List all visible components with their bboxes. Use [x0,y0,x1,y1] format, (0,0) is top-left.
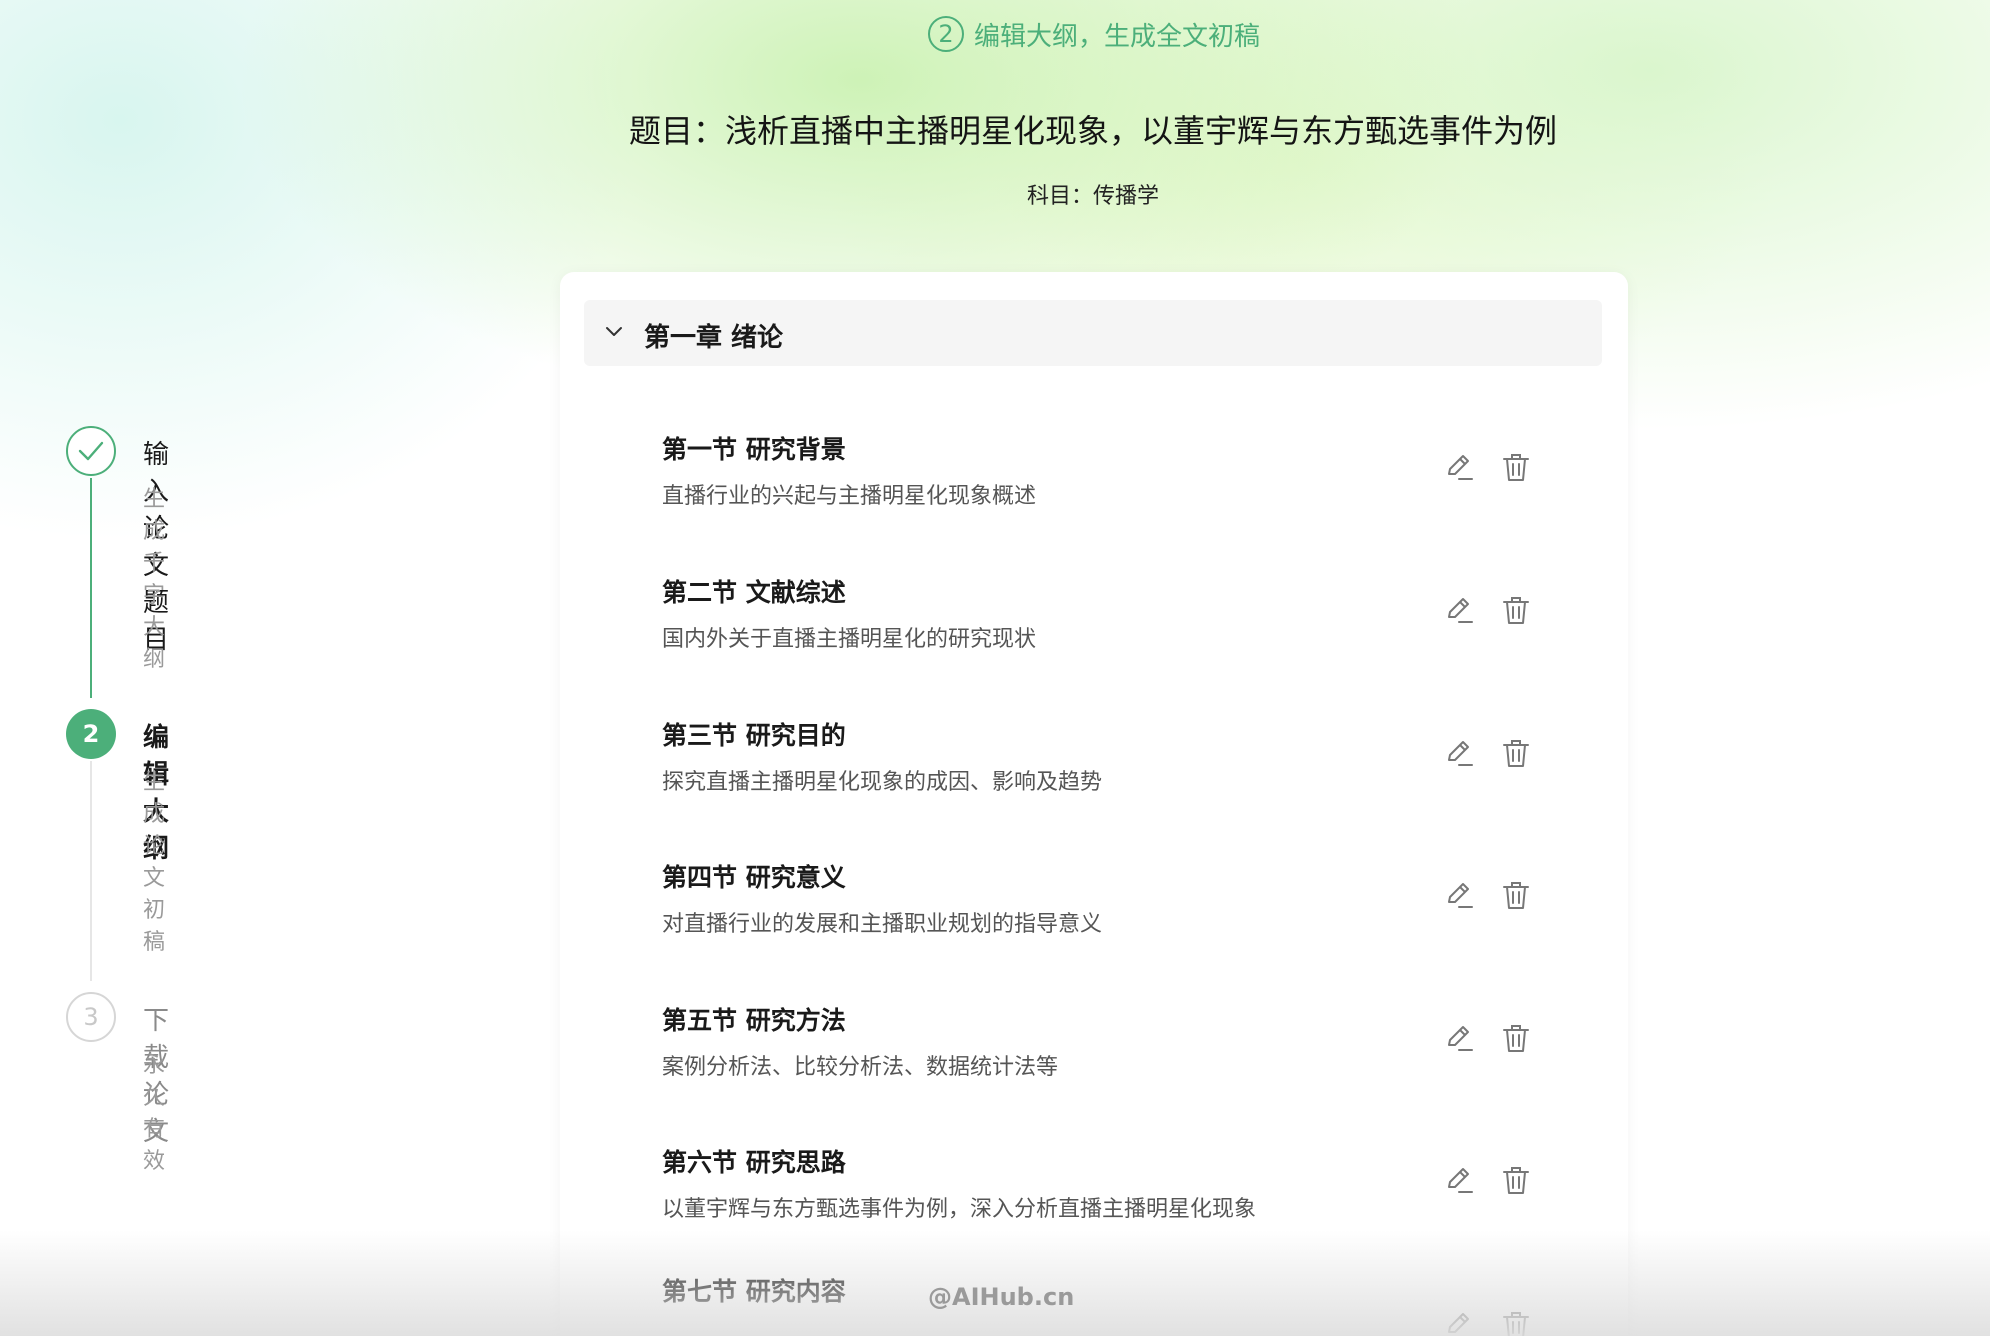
trash-icon[interactable] [1499,1021,1533,1055]
section-description: 以董宇辉与东方甄选事件为例，深入分析直播主播明星化现象 [662,1197,1257,1222]
section-item: 第七节 研究内容 [662,1272,1602,1336]
section-title: 第三节 研究目的 [662,721,846,750]
trash-icon[interactable] [1499,593,1533,627]
trash-icon[interactable] [1499,1308,1533,1336]
trash-icon[interactable] [1499,878,1533,912]
step-connector [90,478,92,698]
section-item: 第六节 研究思路 以董宇辉与东方甄选事件为例，深入分析直播主播明星化现象 [662,1143,1602,1263]
step-3-subtitle: 永久有效 [143,1053,166,1174]
edit-icon[interactable] [1442,450,1476,484]
section-description: 案例分析法、比较分析法、数据统计法等 [662,1055,1059,1080]
chapter-title: 第一章 绪论 [644,323,784,353]
edit-icon[interactable] [1442,1163,1476,1197]
edit-icon[interactable] [1442,878,1476,912]
current-step-indicator: 2 编辑大纲，生成全文初稿 [928,14,1260,54]
chevron-down-icon[interactable] [602,320,626,344]
section-item: 第一节 研究背景 直播行业的兴起与主播明星化现象概述 [662,430,1602,550]
section-item: 第三节 研究目的 探究直播主播明星化现象的成因、影响及趋势 [662,716,1602,836]
paper-subject: 科目：传播学 [1026,184,1159,209]
step-2-number: 2 [66,709,116,759]
section-title: 第五节 研究方法 [662,1006,846,1035]
step-connector [90,761,92,981]
step-number-badge: 2 [928,16,964,52]
step-2-subtitle: 生成论文初稿 [143,770,166,955]
paper-title: 题目：浅析直播中主播明星化现象，以董宇辉与东方甄选事件为例 [628,112,1557,150]
trash-icon[interactable] [1499,736,1533,770]
section-title: 第一节 研究背景 [662,435,846,464]
section-description: 国内外关于直播主播明星化的研究现状 [662,627,1037,652]
edit-icon[interactable] [1442,1021,1476,1055]
step-3-number: 3 [66,992,116,1042]
section-item: 第四节 研究意义 对直播行业的发展和主播职业规划的指导意义 [662,858,1602,978]
watermark: @AIHub.cn [928,1283,1075,1311]
section-item: 第二节 文献综述 国内外关于直播主播明星化的研究现状 [662,573,1602,693]
edit-icon[interactable] [1442,1308,1476,1336]
trash-icon[interactable] [1499,1163,1533,1197]
section-title: 第四节 研究意义 [662,863,846,892]
edit-icon[interactable] [1442,736,1476,770]
section-title: 第六节 研究思路 [662,1148,846,1177]
section-description: 对直播行业的发展和主播职业规划的指导意义 [662,912,1103,937]
section-item: 第五节 研究方法 案例分析法、比较分析法、数据统计法等 [662,1001,1602,1121]
section-description: 直播行业的兴起与主播明星化现象概述 [662,484,1037,509]
edit-icon[interactable] [1442,593,1476,627]
section-description: 探究直播主播明星化现象的成因、影响及趋势 [662,770,1103,795]
step-heading: 编辑大纲，生成全文初稿 [974,21,1261,52]
trash-icon[interactable] [1499,450,1533,484]
step-1-subtitle: 生成千字大纲 [143,487,166,672]
chapter-header[interactable]: 第一章 绪论 [584,300,1602,366]
section-title: 第七节 研究内容 [662,1277,846,1306]
section-title: 第二节 文献综述 [662,578,846,607]
outline-card: 第一章 绪论 第一节 研究背景 直播行业的兴起与主播明星化现象概述 第二节 文献… [560,272,1628,1336]
check-icon [66,426,116,476]
